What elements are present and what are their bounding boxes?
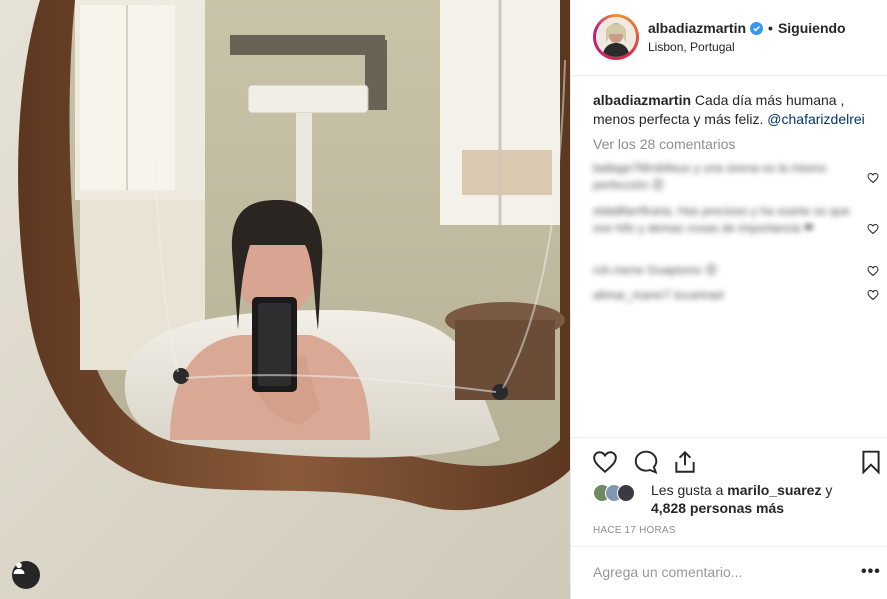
post-sidebar: albadiazmartin • Siguiendo Lisbon, Portu… bbox=[570, 0, 887, 599]
post-timestamp[interactable]: HACE 17 HORAS bbox=[593, 525, 676, 536]
post-caption: albadiazmartin Cada día más humana , men… bbox=[593, 91, 883, 129]
likes-conj: y bbox=[825, 482, 833, 498]
verified-badge-icon bbox=[750, 21, 764, 35]
comment-item: roh.mene Guapismo 😍 bbox=[593, 263, 718, 277]
following-button[interactable]: Siguiendo bbox=[778, 20, 846, 36]
view-all-comments-link[interactable]: Ver los 28 comentarios bbox=[593, 136, 735, 152]
header-username[interactable]: albadiazmartin bbox=[648, 20, 746, 36]
comment-item: alimar_marer7 tocartrael bbox=[593, 288, 724, 302]
comment-like-icon[interactable] bbox=[867, 288, 879, 301]
mirror-selfie-image bbox=[0, 0, 570, 599]
liker-avatar bbox=[617, 484, 635, 502]
likes-text: Les gusta a marilo_suarez y 4,828 person… bbox=[651, 481, 871, 517]
post-actions bbox=[571, 437, 887, 483]
comment-input[interactable] bbox=[593, 564, 833, 580]
avatar[interactable] bbox=[593, 14, 639, 60]
location-link[interactable]: Lisbon, Portugal bbox=[648, 40, 735, 54]
header-user: albadiazmartin • Siguiendo bbox=[648, 20, 846, 36]
caption-username[interactable]: albadiazmartin bbox=[593, 92, 691, 108]
share-icon[interactable] bbox=[672, 449, 698, 475]
liker-avatars bbox=[593, 484, 645, 502]
bookmark-icon[interactable] bbox=[858, 449, 884, 475]
likes-user-link[interactable]: marilo_suarez bbox=[727, 482, 821, 498]
comment-like-icon[interactable] bbox=[867, 222, 879, 235]
comment-icon[interactable] bbox=[633, 449, 659, 475]
comment-composer: ••• bbox=[571, 546, 887, 599]
user-tag-icon[interactable] bbox=[12, 561, 40, 589]
post-photo[interactable] bbox=[0, 0, 570, 599]
post-header: albadiazmartin • Siguiendo Lisbon, Portu… bbox=[571, 0, 887, 76]
comment-item: elda8farrftraria. Has precioso y ha suer… bbox=[593, 204, 850, 235]
likes-count-link[interactable]: 4,828 personas más bbox=[651, 500, 784, 516]
comment-item: ballage7Mrsb9sus y una sirena es la mism… bbox=[593, 161, 827, 192]
heart-icon[interactable] bbox=[592, 449, 618, 475]
avatar-image bbox=[596, 17, 636, 57]
more-options-button[interactable]: ••• bbox=[861, 563, 881, 581]
separator-dot: • bbox=[768, 20, 773, 36]
likes-prefix: Les gusta a bbox=[651, 482, 724, 498]
caption-mention[interactable]: @chafarizdelrei bbox=[767, 111, 864, 127]
comment-like-icon[interactable] bbox=[867, 171, 879, 184]
comment-like-icon[interactable] bbox=[867, 264, 879, 277]
